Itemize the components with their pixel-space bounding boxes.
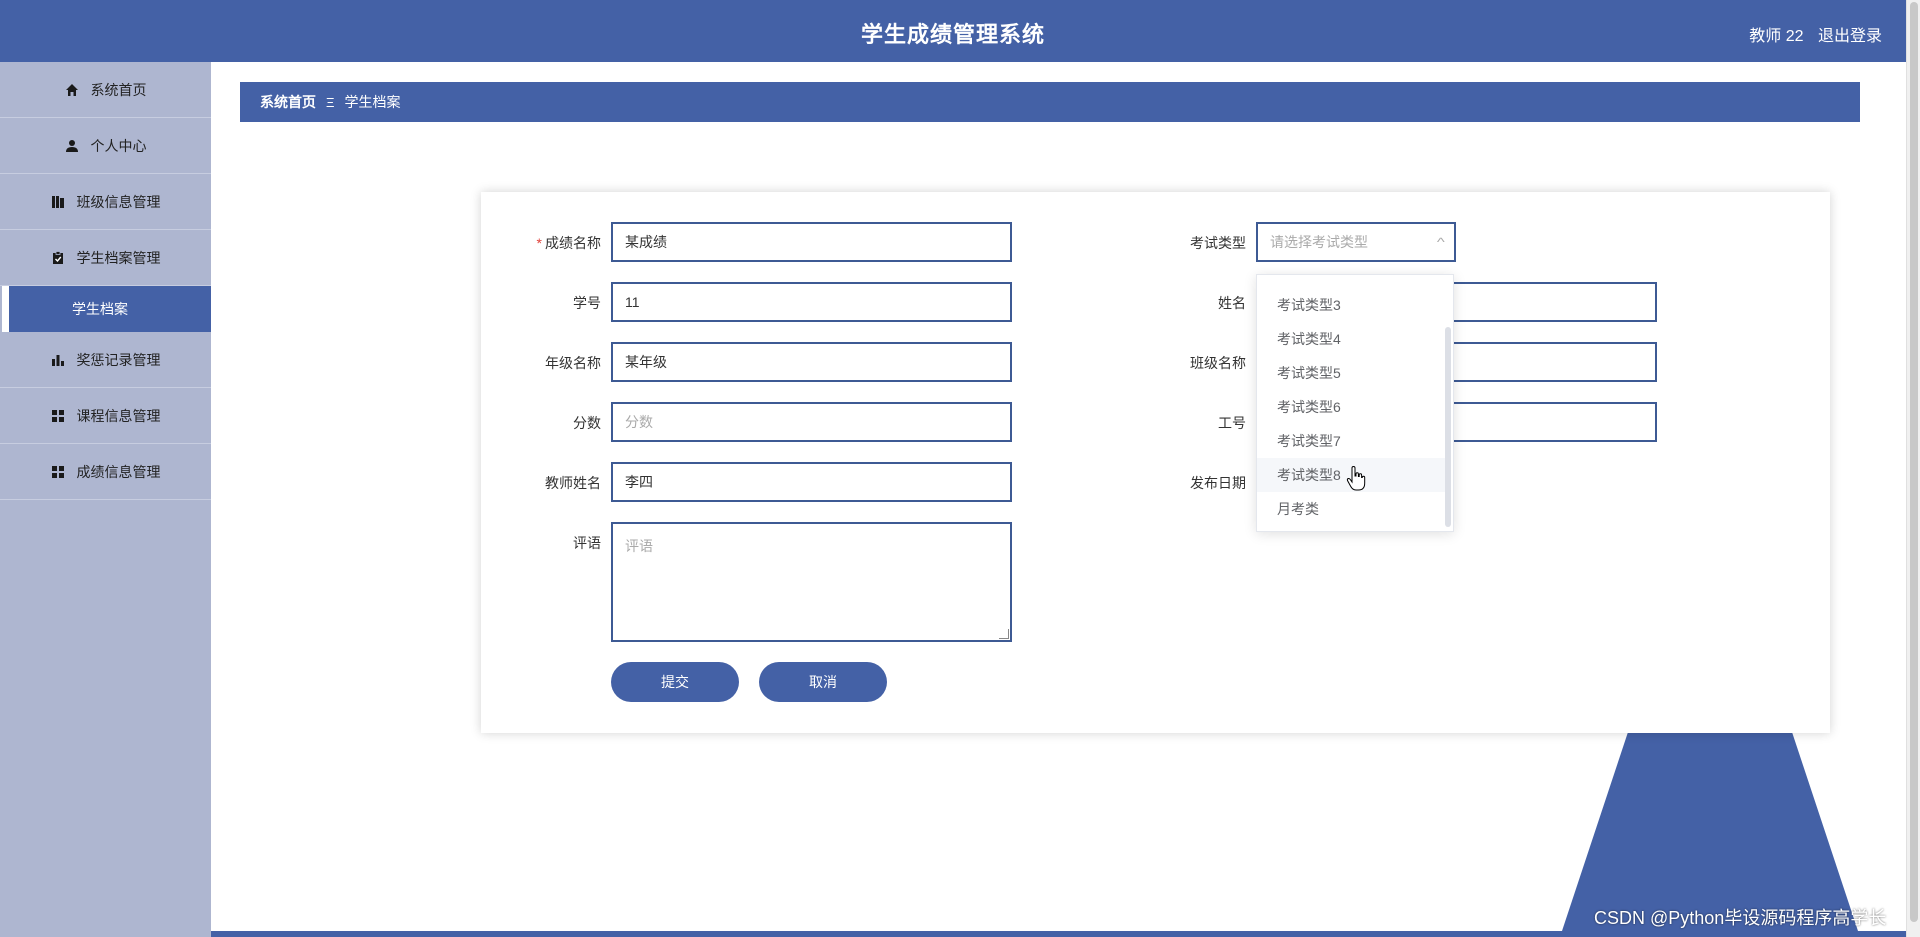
header-user-area: 教师 22 退出登录: [1749, 22, 1882, 46]
breadcrumb: 系统首页 Ξ 学生档案: [240, 82, 1860, 122]
dropdown-scrollbar[interactable]: [1445, 327, 1451, 527]
student-no-label: 学号: [573, 295, 601, 311]
breadcrumb-separator: Ξ: [326, 94, 335, 110]
sidebar-item-label: 系统首页: [90, 81, 147, 98]
user-icon: [65, 139, 79, 153]
student-no-input[interactable]: 11: [611, 282, 1012, 322]
sidebar-item-rewards[interactable]: 奖惩记录管理: [0, 332, 211, 388]
book-icon: [51, 195, 65, 209]
sidebar-item-student-archive[interactable]: 学生档案管理: [0, 230, 211, 286]
dropdown-option[interactable]: 考试类型3: [1257, 288, 1447, 322]
exam-type-placeholder: 请选择考试类型: [1270, 234, 1368, 250]
class-name-label: 班级名称: [1190, 355, 1246, 371]
app-header: 学生成绩管理系统 教师 22 退出登录: [0, 0, 1906, 62]
app-title: 学生成绩管理系统: [860, 22, 1045, 47]
dropdown-option[interactable]: 考试类型4: [1257, 322, 1447, 356]
sidebar-item-course-info[interactable]: 课程信息管理: [0, 388, 211, 444]
sidebar-item-score-info[interactable]: 成绩信息管理: [0, 444, 211, 500]
grade-name-label: 年级名称: [545, 355, 601, 371]
resize-grip[interactable]: [999, 629, 1009, 639]
window-scrollbar-thumb[interactable]: [1910, 2, 1918, 922]
grid-icon: [51, 409, 65, 423]
score-label: 分数: [573, 415, 601, 431]
sidebar-item-label: 学生档案管理: [76, 249, 161, 266]
comment-placeholder: 评语: [625, 538, 653, 554]
sidebar-item-class-info[interactable]: 班级信息管理: [0, 174, 211, 230]
score-input[interactable]: 分数: [611, 402, 1012, 442]
name-label: 姓名: [1218, 295, 1246, 311]
dropdown-option[interactable]: 考试类型6: [1257, 390, 1447, 424]
sidebar-item-profile[interactable]: 个人中心: [0, 118, 211, 174]
form-card: * 成绩名称 某成绩 学号 11 年级名称 某年级 分数 分数 教师姓名 李四 评…: [481, 192, 1830, 733]
exam-type-dropdown: 考试类型3 考试类型4 考试类型5 考试类型6 考试类型7 考试类型8 月考类: [1256, 274, 1454, 532]
sidebar: 系统首页 个人中心 班级信息管理 学生档案管理 学生档案 奖惩记录管理 课程信息…: [0, 62, 211, 937]
publish-date-label: 发布日期: [1190, 475, 1246, 491]
sidebar-subitem-student-archive[interactable]: 学生档案: [2, 286, 211, 332]
clipboard-icon: [51, 250, 65, 265]
comment-label: 评语: [573, 535, 601, 551]
home-icon: [65, 83, 79, 97]
sidebar-item-label: 奖惩记录管理: [76, 351, 161, 368]
dropdown-option[interactable]: 考试类型5: [1257, 356, 1447, 390]
logout-link[interactable]: 退出登录: [1818, 28, 1882, 45]
hand-cursor-icon: [1346, 466, 1366, 491]
breadcrumb-home[interactable]: 系统首页: [260, 92, 316, 112]
teacher-name-input[interactable]: 李四: [611, 462, 1012, 502]
exam-type-select[interactable]: 请选择考试类型 ^: [1256, 222, 1456, 262]
dropdown-option[interactable]: 月考类: [1257, 492, 1447, 526]
grade-name-input[interactable]: 某年级: [611, 342, 1012, 382]
required-marker: *: [536, 235, 542, 251]
window-scrollbar[interactable]: [1906, 0, 1920, 937]
teacher-name-label: 教师姓名: [545, 475, 601, 491]
score-name-label: * 成绩名称: [536, 235, 601, 251]
sidebar-item-home[interactable]: 系统首页: [0, 62, 211, 118]
grid-icon: [51, 465, 65, 479]
dropdown-option[interactable]: 考试类型7: [1257, 424, 1447, 458]
chevron-up-icon: ^: [1437, 235, 1446, 249]
comment-textarea[interactable]: 评语: [611, 522, 1012, 642]
submit-button[interactable]: 提交: [611, 662, 739, 702]
sidebar-item-label: 个人中心: [90, 137, 147, 154]
job-no-label: 工号: [1218, 415, 1246, 431]
current-user: 教师 22: [1749, 28, 1804, 45]
bar-chart-icon: [51, 353, 65, 367]
bottom-strip: [211, 931, 1906, 937]
exam-type-label: 考试类型: [1190, 235, 1246, 251]
score-name-input[interactable]: 某成绩: [611, 222, 1012, 262]
watermark: CSDN @Python毕设源码程序高学长: [1594, 908, 1887, 928]
breadcrumb-current: 学生档案: [344, 94, 401, 110]
cancel-button[interactable]: 取消: [759, 662, 887, 702]
sidebar-item-label: 班级信息管理: [76, 193, 161, 210]
sidebar-item-label: 课程信息管理: [76, 407, 161, 424]
sidebar-item-label: 成绩信息管理: [76, 463, 161, 480]
